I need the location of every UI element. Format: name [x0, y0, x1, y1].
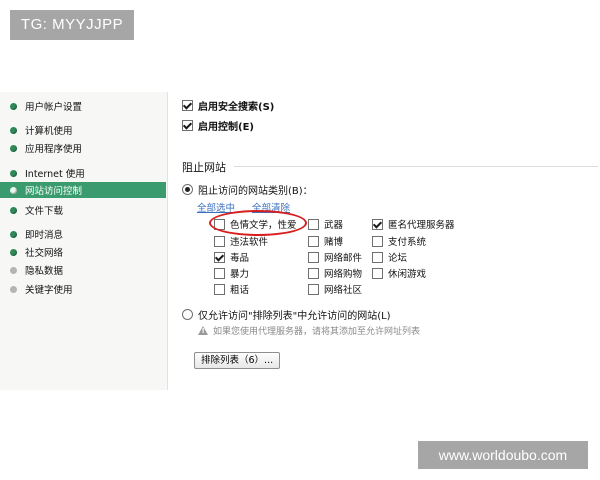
- sidebar-item-label: 用户帐户设置: [25, 102, 83, 113]
- checkbox-icon: [308, 267, 319, 279]
- checkbox-icon: [372, 235, 383, 247]
- sidebar-item-instant-messaging[interactable]: 即时消息: [0, 226, 166, 242]
- warning-icon: [198, 326, 208, 335]
- category-label: 论坛: [388, 253, 408, 264]
- category-label: 毒品: [230, 253, 250, 264]
- status-dot-icon: [10, 169, 17, 177]
- category-label: 匿名代理服务器: [388, 220, 455, 231]
- checkbox-icon: [214, 235, 225, 247]
- sidebar-item-label: 关键字使用: [25, 285, 73, 296]
- radio-unselected-icon: [182, 309, 193, 320]
- checkbox-icon: [308, 235, 319, 247]
- sidebar-item-label: 隐私数据: [25, 266, 64, 277]
- checkbox-checked-icon: [214, 251, 225, 263]
- status-dot-icon: [10, 248, 17, 256]
- category-label: 网络邮件: [324, 253, 363, 264]
- sidebar-item-web-access-control[interactable]: 网站访问控制: [0, 182, 166, 198]
- category-profanity[interactable]: 粗话: [214, 282, 249, 296]
- proxy-hint-text: 如果您使用代理服务器，请将其添加至允许网址列表: [213, 327, 421, 337]
- status-dot-icon: [10, 285, 17, 293]
- status-dot-icon: [10, 206, 17, 214]
- status-dot-icon: [10, 230, 17, 238]
- sidebar-item-internet-usage[interactable]: Internet 使用: [0, 165, 166, 181]
- category-label: 违法软件: [230, 237, 269, 248]
- category-label: 粗话: [230, 285, 250, 296]
- sidebar-item-private-data[interactable]: 隐私数据: [0, 262, 166, 278]
- section-divider: [234, 166, 598, 167]
- radio-selected-icon: [182, 184, 193, 195]
- watermark-top: TG: MYYJJPP: [10, 10, 134, 40]
- status-dot-icon: [10, 266, 17, 274]
- sidebar-item-user-accounts[interactable]: 用户帐户设置: [0, 98, 166, 114]
- category-drugs[interactable]: 毒品: [214, 250, 249, 264]
- section-title: 阻止网站: [182, 161, 226, 174]
- sidebar-item-social-networks[interactable]: 社交网络: [0, 244, 166, 260]
- category-label: 武器: [324, 220, 344, 231]
- highlight-oval: [209, 210, 307, 236]
- enable-control-label: 启用控制(E): [198, 122, 254, 133]
- block-categories-label: 阻止访问的网站类别(B)：: [198, 186, 313, 197]
- status-dot-icon: [10, 186, 17, 194]
- sidebar-item-label: 计算机使用: [25, 126, 73, 137]
- sidebar-item-app-usage[interactable]: 应用程序使用: [0, 140, 166, 156]
- sidebar-item-label: 文件下载: [25, 206, 64, 217]
- checkbox-icon: [308, 218, 319, 230]
- checkbox-icon: [308, 251, 319, 263]
- category-gambling[interactable]: 赌博: [308, 234, 343, 248]
- allow-exclusion-list-label: 仅允许访问"排除列表"中允许访问的网站(L): [198, 311, 391, 322]
- sidebar-item-label: Internet 使用: [25, 169, 85, 180]
- enable-control-checkbox[interactable]: 启用控制(E): [182, 118, 254, 133]
- checkbox-icon: [214, 283, 225, 295]
- sidebar-item-keyword-usage[interactable]: 关键字使用: [0, 281, 166, 297]
- category-online-community[interactable]: 网络社区: [308, 282, 362, 296]
- category-anonymous-proxy[interactable]: 匿名代理服务器: [372, 217, 455, 231]
- sidebar-item-label: 应用程序使用: [25, 144, 83, 155]
- category-weapons[interactable]: 武器: [308, 217, 343, 231]
- sidebar-item-label: 即时消息: [25, 230, 64, 241]
- checkbox-checked-icon: [182, 120, 193, 131]
- exclusion-list-button[interactable]: 排除列表（6）...: [194, 352, 281, 369]
- checkbox-icon: [308, 283, 319, 295]
- proxy-hint: 如果您使用代理服务器，请将其添加至允许网址列表: [198, 324, 420, 337]
- category-label: 赌博: [324, 237, 344, 248]
- category-label: 支付系统: [388, 237, 427, 248]
- sidebar-item-computer-usage[interactable]: 计算机使用: [0, 122, 166, 138]
- category-label: 休闲游戏: [388, 269, 427, 280]
- checkbox-icon: [372, 251, 383, 263]
- watermark-bottom: www.worldoubo.com: [418, 441, 588, 469]
- allow-exclusion-list-radio[interactable]: 仅允许访问"排除列表"中允许访问的网站(L): [182, 307, 391, 322]
- status-dot-icon: [10, 102, 17, 110]
- checkbox-checked-icon: [182, 100, 193, 111]
- category-label: 网络购物: [324, 269, 363, 280]
- sidebar-item-label: 社交网络: [25, 248, 64, 259]
- category-web-mail[interactable]: 网络邮件: [308, 250, 362, 264]
- category-casual-games[interactable]: 休闲游戏: [372, 266, 426, 280]
- safe-search-checkbox[interactable]: 启用安全搜索(S): [182, 98, 274, 113]
- category-label: 网络社区: [324, 285, 363, 296]
- status-dot-icon: [10, 144, 17, 152]
- checkbox-checked-icon: [372, 218, 383, 230]
- sidebar-item-label: 网站访问控制: [25, 186, 83, 197]
- category-violence[interactable]: 暴力: [214, 266, 249, 280]
- settings-panel: 启用安全搜索(S) 启用控制(E) 阻止网站 阻止访问的网站类别(B)： 全部选…: [172, 92, 600, 390]
- safe-search-label: 启用安全搜索(S): [198, 102, 275, 113]
- checkbox-icon: [372, 267, 383, 279]
- block-categories-radio[interactable]: 阻止访问的网站类别(B)：: [182, 182, 313, 197]
- category-forums[interactable]: 论坛: [372, 250, 407, 264]
- category-online-shopping[interactable]: 网络购物: [308, 266, 362, 280]
- sidebar-item-file-download[interactable]: 文件下载: [0, 202, 166, 218]
- checkbox-icon: [214, 267, 225, 279]
- sidebar: 用户帐户设置 计算机使用 应用程序使用 Internet 使用 网站访问控制 文…: [0, 92, 168, 390]
- category-payment-systems[interactable]: 支付系统: [372, 234, 426, 248]
- category-illegal-software[interactable]: 违法软件: [214, 234, 268, 248]
- category-label: 暴力: [230, 269, 250, 280]
- status-dot-icon: [10, 126, 17, 134]
